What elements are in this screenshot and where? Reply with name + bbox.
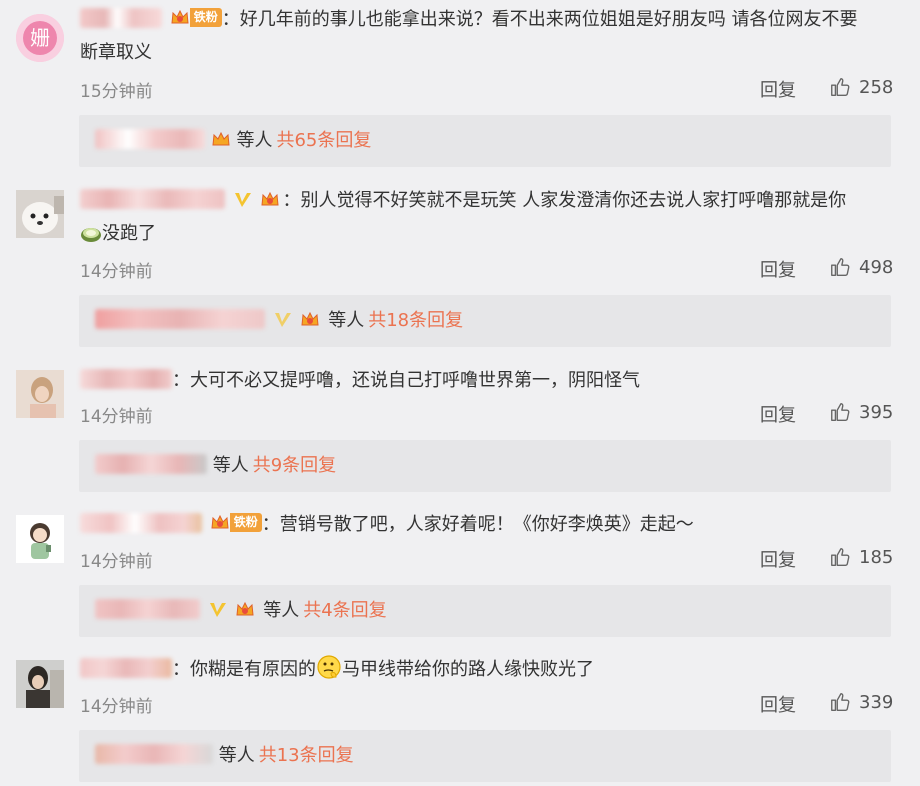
reply-summary-etc: 等人 [218,745,255,766]
reply-button[interactable]: 回复 [760,256,796,282]
verified-v-icon [209,603,226,617]
reply-summary[interactable]: 等人 共65条回复 [79,115,891,167]
comment-text: 铁粉 ：营销号散了吧，人家好着呢！《你好李焕英》走起～ [80,508,895,541]
crown-icon [301,311,320,326]
username-blurred[interactable] [80,513,202,533]
comment-text-line1: 大可不必又提呼噜，还说自己打呼噜世界第一，阴阳怪气 [190,370,640,391]
reply-users-blurred [95,599,200,619]
thumbs-up-icon [831,548,850,566]
thumbs-up-icon [831,258,850,276]
like-count: 498 [859,256,894,278]
reply-summary-etc: 等人 [236,130,273,151]
verified-v-icon [274,313,291,327]
avatar[interactable]: 姗 [16,14,64,62]
avatar-image [16,515,64,563]
reply-summary-etc: 等人 [328,310,365,331]
like-button[interactable]: 498 [829,256,893,278]
thumbs-up-icon [831,78,850,96]
thumbs-up-icon [831,693,850,711]
reply-summary-etc: 等人 [263,600,300,621]
timestamp: 15分钟前 [80,82,153,102]
like-count: 339 [859,691,894,713]
comment-text-line2: 断章取义 [80,42,152,63]
reply-button[interactable]: 回复 [760,546,796,572]
avatar-image [16,190,64,238]
reply-summary[interactable]: 等人 共13条回复 [79,730,891,782]
thinking-emoji-icon [317,655,341,679]
reply-users-blurred [95,744,213,764]
comment-text-line1: 营销号散了吧，人家好着呢！《你好李焕英》走起～ [279,514,694,535]
comment-text: ：别人觉得不好笑就不是玩笑 人家发澄清你还去说人家打呼噜那就是你 没跑了 [80,184,895,250]
avatar[interactable] [16,515,64,563]
like-button[interactable]: 395 [829,401,893,423]
reply-summary-etc: 等人 [212,455,249,476]
avatar-image [16,660,64,708]
reply-count-link[interactable]: 共65条回复 [276,130,371,151]
reply-button[interactable]: 回复 [760,76,796,102]
reply-users-blurred [95,309,265,329]
timestamp: 14分钟前 [80,697,153,717]
avatar[interactable] [16,190,64,238]
reply-button[interactable]: 回复 [760,691,796,717]
fan-badge: 铁粉 [170,8,222,27]
username-blurred[interactable] [80,8,162,28]
reply-summary[interactable]: 等人 共18条回复 [79,295,891,347]
timestamp: 14分钟前 [80,407,153,427]
comment-text: ：大可不必又提呼噜，还说自己打呼噜世界第一，阴阳怪气 [80,364,895,397]
reply-summary[interactable]: 等人 共4条回复 [79,585,891,637]
crown-icon [212,131,230,146]
comment-text-line1: 别人觉得不好笑就不是玩笑 人家发澄清你还去说人家打呼噜那就是你 [300,190,847,211]
username-blurred[interactable] [80,369,172,389]
reply-summary[interactable]: 等人 共9条回复 [79,440,891,492]
fan-label: 铁粉 [229,513,262,532]
avatar-image [16,370,64,418]
emoji-icon [81,228,101,242]
reply-users-blurred [95,129,205,149]
comment-text-line2: 马甲线带给你的路人缘快败光了 [342,659,594,680]
timestamp: 14分钟前 [80,262,153,282]
comment-text-line2: 没跑了 [102,223,156,244]
reply-count-link[interactable]: 共9条回复 [253,455,336,476]
fan-label: 铁粉 [189,8,222,27]
avatar[interactable] [16,370,64,418]
crown-icon [236,601,255,616]
comment-text-line1: 好几年前的事儿也能拿出来说？看不出来两位姐姐是好朋友吗 请各位网友不要 [239,9,858,30]
crown-icon [261,191,280,206]
like-count: 185 [859,546,894,568]
crown-icon [171,9,189,24]
comment-text-line1: 你糊是有原因的 [190,659,316,680]
avatar-image: 姗 [16,14,64,62]
like-count: 395 [859,401,894,423]
like-button[interactable]: 339 [829,691,893,713]
verified-v-icon [234,193,251,207]
reply-count-link[interactable]: 共18条回复 [368,310,463,331]
reply-button[interactable]: 回复 [760,401,796,427]
avatar[interactable] [16,660,64,708]
reply-users-blurred [95,454,207,474]
crown-icon [211,514,229,529]
like-button[interactable]: 185 [829,546,893,568]
svg-text:姗: 姗 [30,26,50,50]
thumbs-up-icon [831,403,850,421]
comment-text: 铁粉 ：好几年前的事儿也能拿出来说？看不出来两位姐姐是好朋友吗 请各位网友不要 … [80,8,858,63]
like-count: 258 [859,76,894,98]
reply-count-link[interactable]: 共4条回复 [303,600,386,621]
fan-badge: 铁粉 [210,513,262,532]
username-blurred[interactable] [80,658,172,678]
reply-count-link[interactable]: 共13条回复 [259,745,354,766]
timestamp: 14分钟前 [80,552,153,572]
username-blurred[interactable] [80,189,225,209]
like-button[interactable]: 258 [829,76,893,98]
comment-text: ：你糊是有原因的 马甲线带给你的路人缘快败光了 [80,653,895,686]
